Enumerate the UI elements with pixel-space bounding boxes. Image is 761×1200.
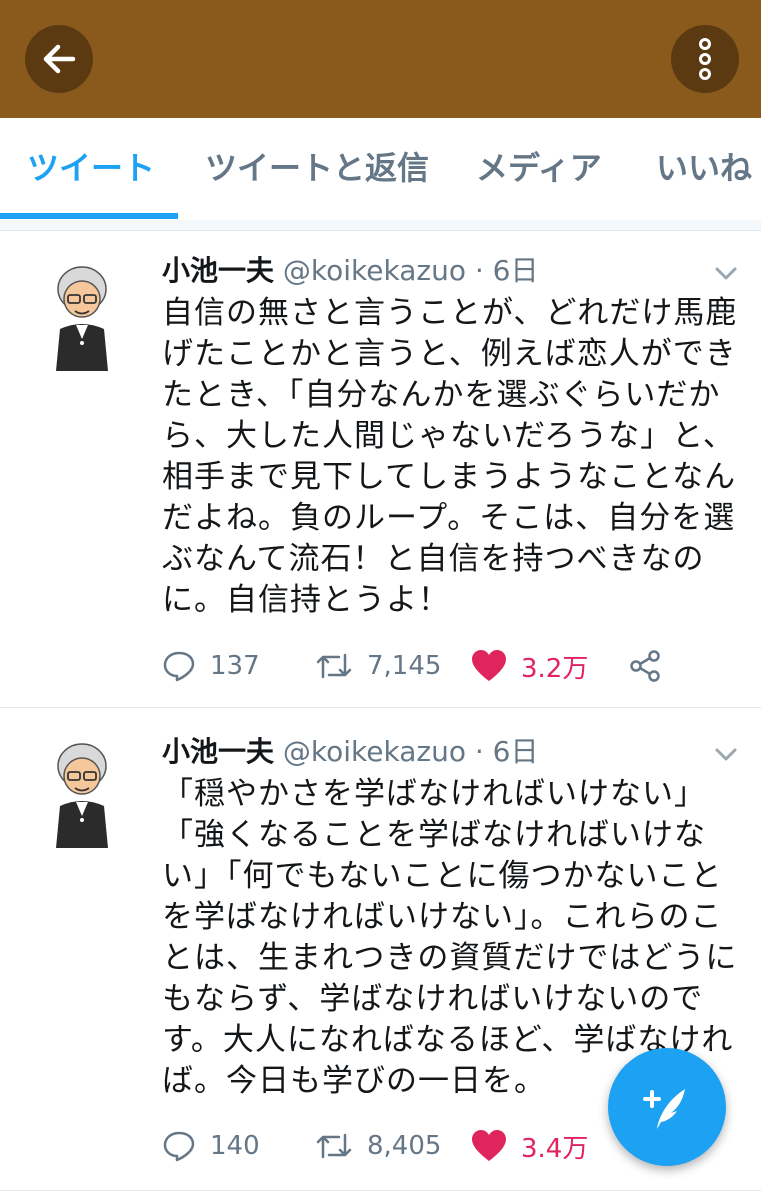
more-options-button[interactable] [671, 25, 739, 93]
compose-tweet-icon [643, 1089, 685, 1129]
retweet-icon [316, 1133, 352, 1159]
author-name[interactable]: 小池一夫 [162, 254, 274, 287]
back-button[interactable] [25, 25, 93, 93]
separator: · [474, 254, 484, 287]
like-button[interactable]: 3.4万 [471, 1126, 588, 1166]
chevron-down-icon[interactable] [710, 257, 742, 289]
reply-count: 140 [210, 1131, 260, 1161]
retweet-button[interactable]: 7,145 [315, 646, 441, 686]
tab-tweets[interactable]: ツイート [27, 118, 155, 218]
separator: · [474, 735, 484, 768]
tweet-header: 小池一夫 @koikekazuo · 6日 [162, 251, 539, 291]
retweet-count: 7,145 [367, 651, 442, 681]
reply-icon [163, 651, 195, 682]
chevron-down-icon[interactable] [710, 738, 742, 770]
more-vertical-icon [699, 38, 711, 80]
tab-tweets-and-replies[interactable]: ツイートと返信 [205, 118, 429, 218]
author-handle[interactable]: @koikekazuo [283, 735, 466, 768]
heart-icon [472, 650, 506, 681]
reply-count: 137 [210, 651, 260, 681]
tab-likes[interactable]: いいね [656, 118, 752, 218]
section-divider [0, 220, 761, 231]
share-icon [630, 650, 660, 682]
like-count: 3.4万 [521, 1133, 589, 1164]
tab-media[interactable]: メディア [476, 118, 602, 218]
retweet-icon [316, 653, 352, 679]
like-button[interactable]: 3.2万 [471, 646, 588, 686]
author-handle[interactable]: @koikekazuo [283, 254, 466, 287]
tweet-actions: 137 7,145 3.2万 [162, 646, 722, 686]
retweet-count: 8,405 [367, 1131, 442, 1161]
retweet-button[interactable]: 8,405 [315, 1126, 441, 1166]
reply-button[interactable]: 137 [162, 646, 260, 686]
arrow-left-icon [43, 44, 76, 74]
share-button[interactable] [628, 646, 662, 686]
avatar[interactable] [42, 736, 122, 852]
reply-icon [163, 1131, 195, 1162]
heart-icon [472, 1130, 506, 1161]
compose-tweet-button[interactable] [608, 1048, 726, 1166]
tweet-card[interactable]: 小池一夫 @koikekazuo · 6日 自信の無さと言うことが、どれだけ馬鹿… [0, 231, 761, 708]
active-tab-indicator [0, 213, 178, 219]
like-count: 3.2万 [521, 653, 589, 684]
avatar[interactable] [42, 259, 122, 375]
tweet-time[interactable]: 6日 [493, 254, 539, 287]
reply-button[interactable]: 140 [162, 1126, 260, 1166]
app-bar [0, 0, 761, 118]
tweet-time[interactable]: 6日 [493, 735, 539, 768]
tweet-header: 小池一夫 @koikekazuo · 6日 [162, 732, 539, 772]
profile-tabs: ツイート ツイートと返信 メディア いいね [0, 118, 761, 221]
tweet-text: 自信の無さと言うことが、どれだけ馬鹿 げたことかと言うと、例えば恋人ができ たと… [162, 295, 738, 618]
author-name[interactable]: 小池一夫 [162, 735, 274, 768]
